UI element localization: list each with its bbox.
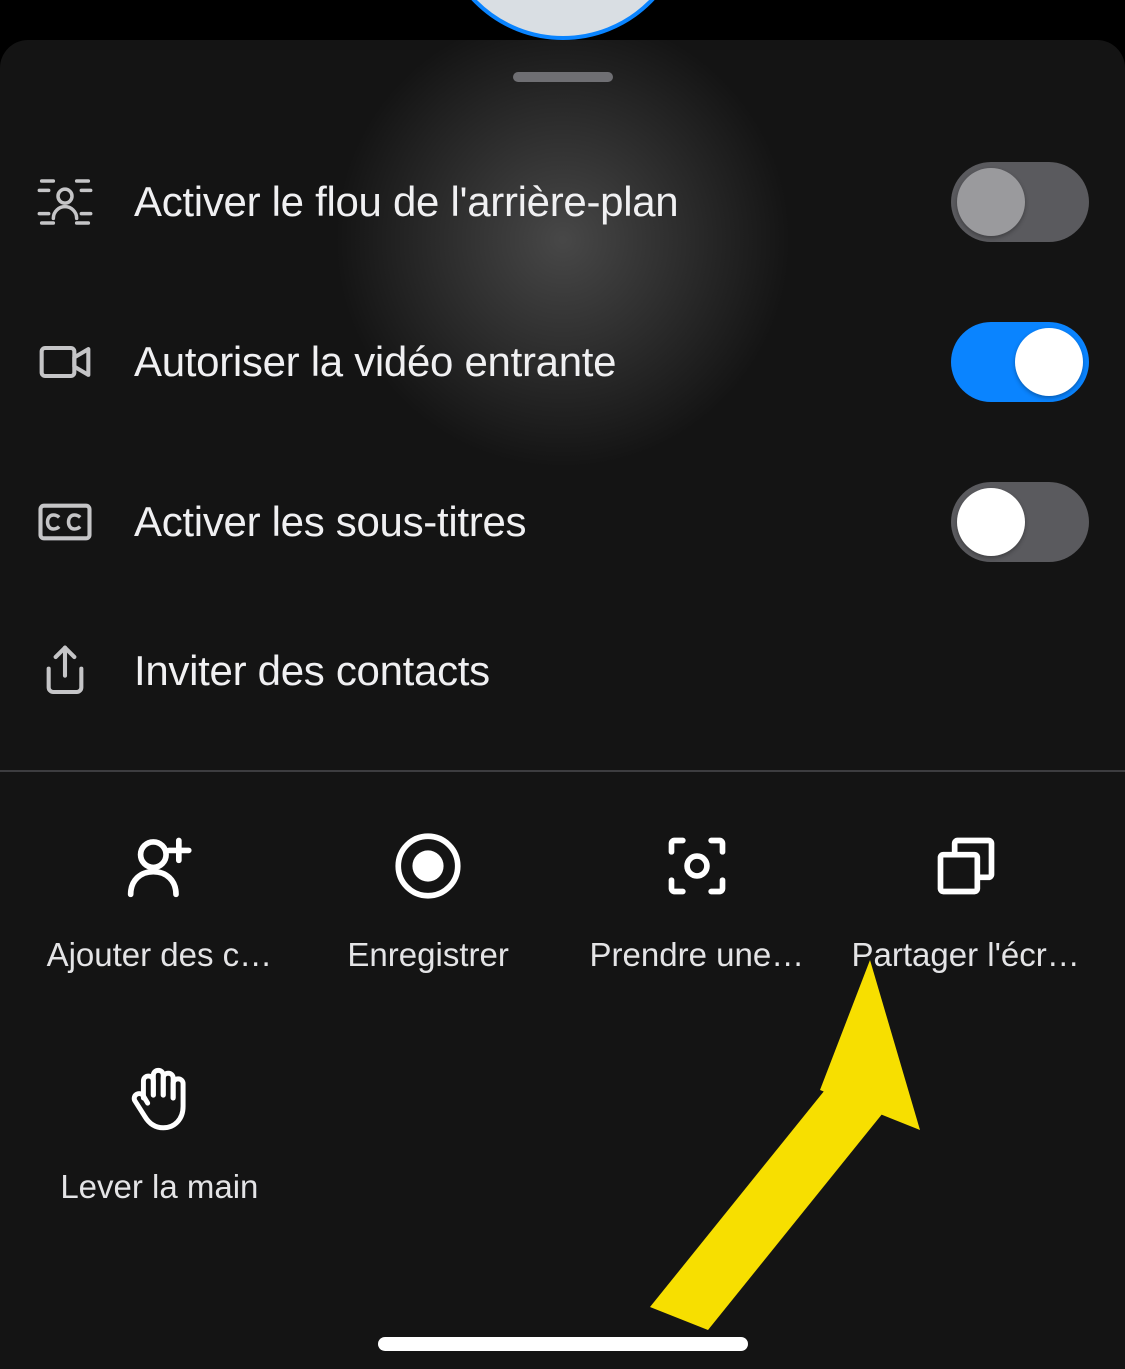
blur-icon xyxy=(36,173,94,231)
share-icon xyxy=(36,642,94,700)
action-record[interactable]: Enregistrer xyxy=(299,832,558,1064)
toggle-incoming-video[interactable] xyxy=(951,322,1089,402)
row-subtitles[interactable]: Activer les sous-titres xyxy=(0,442,1125,602)
toggle-blur[interactable] xyxy=(951,162,1089,242)
action-add-contacts[interactable]: Ajouter des c… xyxy=(30,832,289,1064)
cc-icon xyxy=(36,493,94,551)
actions-grid: Ajouter des c… Enregistrer xyxy=(0,772,1125,1296)
action-label: Enregistrer xyxy=(307,936,550,974)
add-person-icon xyxy=(125,832,193,900)
action-label: Ajouter des c… xyxy=(38,936,281,974)
snapshot-icon xyxy=(663,832,731,900)
row-incoming-video[interactable]: Autoriser la vidéo entrante xyxy=(0,282,1125,442)
video-icon xyxy=(36,333,94,391)
action-raise-hand[interactable]: Lever la main xyxy=(30,1064,289,1296)
row-label: Inviter des contacts xyxy=(134,647,1089,695)
action-share-screen[interactable]: Partager l'écr… xyxy=(836,832,1095,1064)
hand-icon xyxy=(125,1064,193,1132)
action-label: Prendre une… xyxy=(576,936,819,974)
row-label: Autoriser la vidéo entrante xyxy=(134,338,911,386)
options-sheet: Activer le flou de l'arrière-plan Autori… xyxy=(0,40,1125,1369)
row-label: Activer les sous-titres xyxy=(134,498,911,546)
record-icon xyxy=(394,832,462,900)
action-label: Partager l'écr… xyxy=(844,936,1087,974)
row-invite-contacts[interactable]: Inviter des contacts xyxy=(0,602,1125,740)
sheet-grabber[interactable] xyxy=(513,72,613,82)
home-indicator[interactable] xyxy=(378,1337,748,1351)
toggle-subtitles[interactable] xyxy=(951,482,1089,562)
row-label: Activer le flou de l'arrière-plan xyxy=(134,178,911,226)
action-snapshot[interactable]: Prendre une… xyxy=(568,832,827,1064)
row-background-blur[interactable]: Activer le flou de l'arrière-plan xyxy=(0,122,1125,282)
action-label: Lever la main xyxy=(38,1168,281,1206)
share-screen-icon xyxy=(932,832,1000,900)
avatar xyxy=(438,0,688,40)
